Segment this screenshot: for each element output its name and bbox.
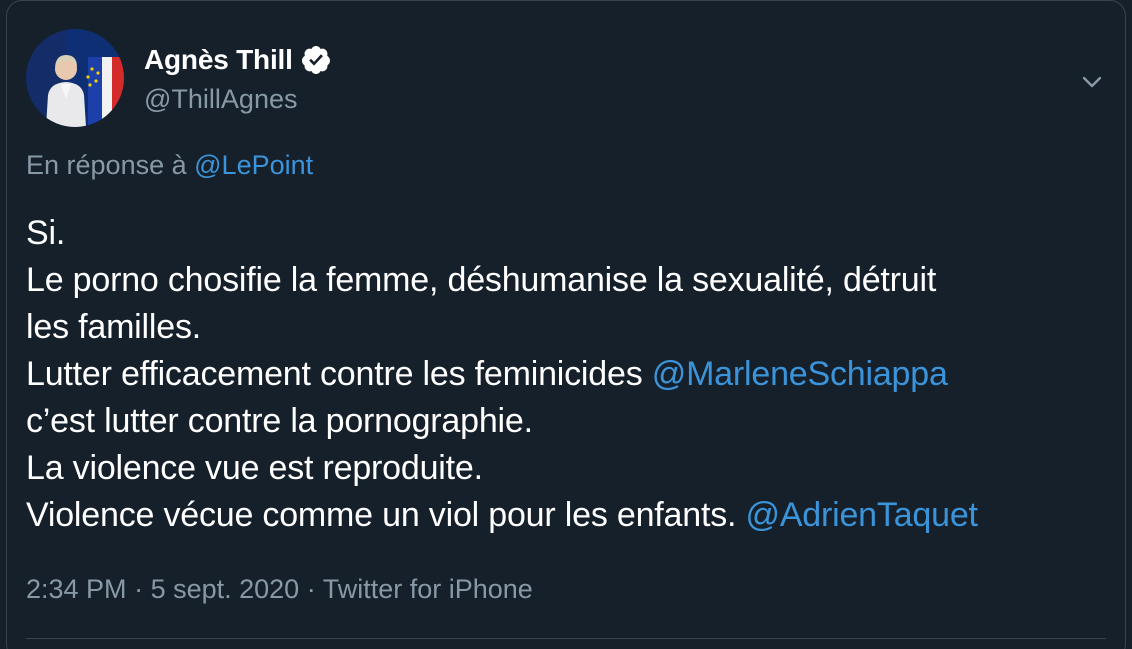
meta-separator: · [299, 574, 323, 604]
tweet-metadata: 2:34 PM · 5 sept. 2020 · Twitter for iPh… [26, 574, 533, 605]
tweet-line-4-text: Lutter efficacement contre les feminicid… [26, 355, 652, 393]
tweet-line-4: Lutter efficacement contre les feminicid… [26, 351, 1116, 398]
tweet-line-5: c’est lutter contre la pornographie. [26, 402, 533, 440]
tweet-line-7-text: Violence vécue comme un viol pour les en… [26, 496, 746, 534]
tweet-time[interactable]: 2:34 PM [26, 574, 127, 604]
reply-mention-link[interactable]: @LePoint [194, 150, 313, 180]
tweet-line-7: Violence vécue comme un viol pour les en… [26, 492, 1116, 539]
tweet-line-2: Le porno chosifie la femme, déshumanise … [26, 261, 937, 299]
avatar[interactable] [26, 29, 124, 127]
author-name-row[interactable]: Agnès Thill [144, 44, 332, 76]
profile-photo-icon [26, 29, 124, 127]
chevron-down-icon[interactable] [1078, 68, 1106, 96]
verified-badge-icon [300, 44, 332, 76]
mention-link-adrientaquet[interactable]: @AdrienTaquet [746, 496, 978, 534]
mention-link-marleneschiappa[interactable]: @MarleneSchiappa [652, 355, 948, 393]
divider [26, 638, 1106, 639]
tweet-line-6: La violence vue est reproduite. [26, 449, 483, 487]
tweet-source[interactable]: Twitter for iPhone [323, 574, 533, 604]
author-display-name[interactable]: Agnès Thill [144, 44, 293, 76]
reply-prefix: En réponse à [26, 150, 187, 180]
meta-separator: · [126, 574, 151, 604]
reply-context: En réponse à @LePoint [26, 150, 313, 181]
tweet-text: Si. Le porno chosifie la femme, déshuman… [26, 210, 1116, 539]
tweet-date[interactable]: 5 sept. 2020 [151, 574, 300, 604]
author-handle[interactable]: @ThillAgnes [144, 84, 297, 115]
tweet-line-3: les familles. [26, 308, 202, 346]
tweet-line-1: Si. [26, 214, 66, 252]
